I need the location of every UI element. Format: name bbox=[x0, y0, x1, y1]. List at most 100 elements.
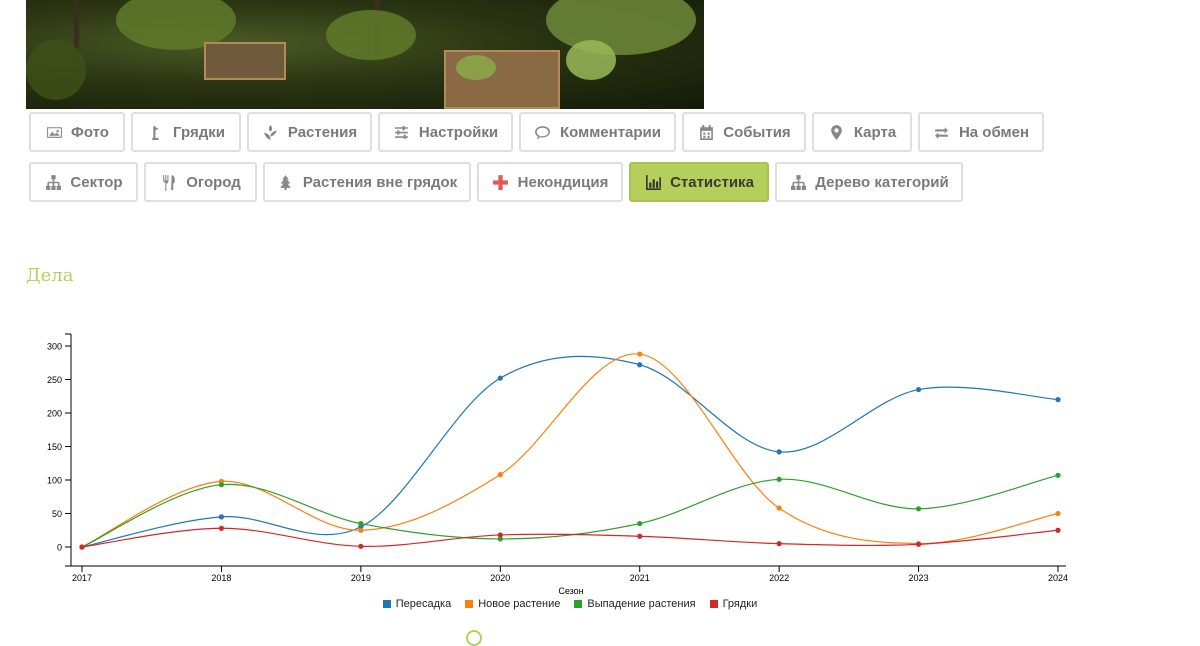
data-point bbox=[358, 543, 364, 549]
tab-label: Фото bbox=[71, 123, 109, 141]
series-line-3 bbox=[81, 527, 1059, 548]
garden-photo bbox=[26, 0, 704, 109]
legend-item: Выпадение растения bbox=[574, 598, 696, 610]
y-tick-label: 250 bbox=[47, 375, 62, 385]
data-point bbox=[915, 541, 922, 547]
legend-swatch bbox=[709, 600, 718, 608]
tab-substandard[interactable]: Некондиция bbox=[477, 162, 623, 202]
tab-label: Комментарии bbox=[559, 123, 661, 141]
data-point bbox=[776, 476, 782, 482]
legend-label: Грядки bbox=[722, 598, 758, 610]
tab-label: Дерево категорий bbox=[815, 173, 949, 191]
map-marker-icon bbox=[828, 123, 846, 141]
data-point bbox=[497, 472, 503, 478]
x-tick-label: 2018 bbox=[211, 573, 231, 583]
tab-exchange[interactable]: На обмен bbox=[918, 112, 1044, 152]
tab-map[interactable]: Карта bbox=[812, 112, 912, 152]
tab-label: На обмен bbox=[958, 123, 1030, 141]
tab-label: Сектор bbox=[70, 173, 123, 191]
tab-settings[interactable]: Настройки bbox=[378, 112, 513, 152]
legend-swatch bbox=[465, 600, 474, 608]
y-tick-label: 0 bbox=[57, 543, 62, 553]
sitemap-icon bbox=[44, 173, 62, 191]
x-tick-label: 2024 bbox=[1048, 573, 1068, 583]
x-tick-label: 2023 bbox=[909, 573, 929, 583]
chart-legend: Пересадка Новое растение Выпадение растени… bbox=[0, 598, 1140, 610]
y-tick-label: 50 bbox=[52, 509, 62, 519]
tab-label: Некондиция bbox=[517, 173, 609, 191]
section-title: Дела bbox=[26, 265, 74, 286]
plant-icon bbox=[262, 123, 280, 141]
line-chart: 0 50 100 150 200 250 300 2017 2018 2019 2020 2021 20… bbox=[47, 333, 1068, 596]
series-line-2 bbox=[81, 474, 1059, 548]
y-tick-label: 150 bbox=[47, 442, 62, 452]
x-axis-title: Сезон bbox=[558, 586, 583, 596]
legend-label: Пересадка bbox=[395, 598, 452, 610]
data-point bbox=[1055, 527, 1061, 533]
sitemap-icon bbox=[789, 173, 807, 191]
calendar-icon bbox=[697, 123, 715, 141]
data-point bbox=[1055, 510, 1061, 517]
series-line-1 bbox=[81, 353, 1059, 548]
tab-comments[interactable]: Комментарии bbox=[519, 112, 676, 152]
tab-label: Грядки bbox=[173, 123, 225, 141]
tree-icon bbox=[277, 173, 295, 191]
data-point bbox=[776, 541, 782, 547]
data-point bbox=[497, 532, 503, 538]
legend-item: Новое растение bbox=[465, 598, 560, 610]
tab-label: Растения bbox=[287, 123, 358, 141]
x-tick-label: 2022 bbox=[769, 573, 789, 583]
data-point bbox=[358, 527, 364, 533]
data-point bbox=[218, 514, 225, 520]
plus-icon bbox=[492, 173, 510, 191]
data-point bbox=[637, 520, 643, 527]
data-point bbox=[1055, 472, 1061, 478]
legend-item: Грядки bbox=[709, 598, 758, 610]
data-point bbox=[79, 544, 85, 550]
tab-plants-outside-beds[interactable]: Растения вне грядок bbox=[263, 162, 471, 202]
data-point bbox=[776, 505, 782, 511]
exchange-icon bbox=[933, 123, 951, 141]
tab-statistics[interactable]: Статистика bbox=[629, 162, 769, 202]
y-tick-label: 200 bbox=[47, 409, 62, 419]
series-line-0 bbox=[81, 355, 1059, 548]
legend-label: Новое растение bbox=[478, 598, 561, 610]
data-point bbox=[637, 533, 643, 539]
partial-icon bbox=[466, 630, 482, 646]
x-tick-label: 2019 bbox=[351, 573, 371, 583]
sliders-icon bbox=[393, 123, 411, 141]
comment-icon bbox=[534, 123, 552, 141]
legend-swatch bbox=[382, 600, 391, 608]
x-tick-label: 2021 bbox=[630, 573, 650, 583]
tab-category-tree[interactable]: Дерево категорий bbox=[775, 162, 963, 202]
tab-label: События bbox=[723, 123, 791, 141]
tab-sector[interactable]: Сектор bbox=[29, 162, 138, 202]
tab-label: Настройки bbox=[418, 123, 499, 141]
legend-item: Пересадка bbox=[382, 598, 452, 610]
tab-events[interactable]: События bbox=[682, 112, 806, 152]
y-tick-label: 300 bbox=[47, 342, 62, 352]
data-point bbox=[915, 386, 922, 393]
data-point bbox=[497, 375, 503, 381]
tab-garden[interactable]: Огород bbox=[144, 162, 257, 202]
data-point bbox=[358, 520, 364, 527]
data-point bbox=[776, 449, 782, 455]
data-point bbox=[218, 525, 225, 531]
bar-chart-icon bbox=[644, 173, 662, 191]
data-point bbox=[915, 506, 922, 512]
x-tick-label: 2020 bbox=[490, 573, 510, 583]
x-tick-label: 2017 bbox=[72, 573, 92, 583]
tab-photo[interactable]: Фото bbox=[29, 112, 125, 152]
data-point bbox=[637, 362, 643, 368]
tab-label: Статистика bbox=[670, 173, 754, 191]
image-icon bbox=[45, 123, 63, 141]
tab-label: Огород bbox=[186, 173, 241, 191]
tab-beds[interactable]: Грядки bbox=[131, 112, 241, 152]
tab-label: Карта bbox=[853, 123, 897, 141]
data-point bbox=[218, 482, 225, 488]
data-point bbox=[1055, 397, 1061, 403]
tab-label: Растения вне грядок bbox=[302, 173, 458, 191]
legend-label: Выпадение растения bbox=[587, 598, 696, 610]
tab-plants[interactable]: Растения bbox=[247, 112, 372, 152]
cutlery-icon bbox=[160, 173, 178, 191]
